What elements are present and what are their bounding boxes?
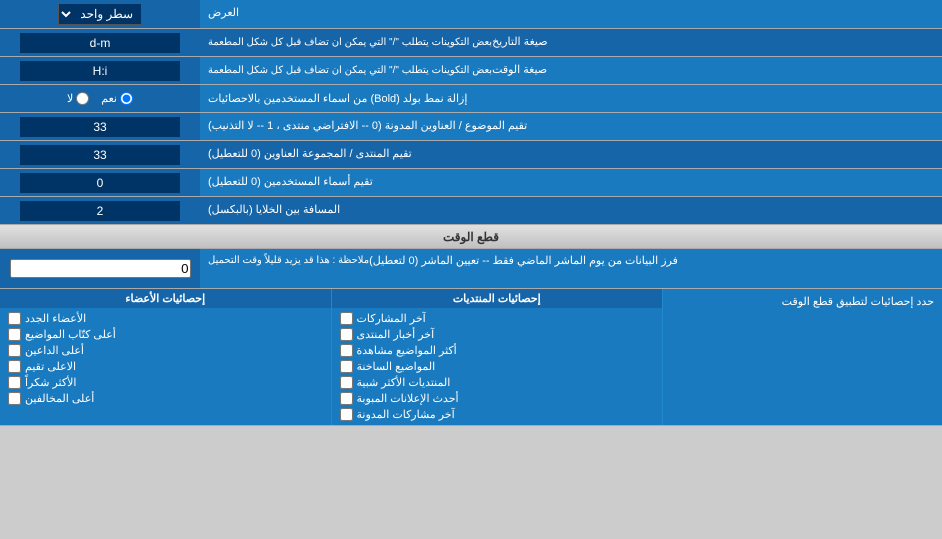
- forum-stats-header: إحصائيات المنتديات: [332, 289, 663, 308]
- date-format-row: صيغة التاريخ بعض التكوينات يتطلب "/" الت…: [0, 29, 942, 57]
- cb-top-violators-label: أعلى المخالفين: [25, 392, 94, 405]
- bold-options: نعم لا: [0, 85, 200, 112]
- cut-time-input-cell: [0, 249, 200, 288]
- time-format-label: صيغة الوقت بعض التكوينات يتطلب "/" التي …: [200, 57, 942, 84]
- cb-similar-forums: المنتديات الأكثر شبية: [340, 376, 655, 389]
- cell-spacing-input[interactable]: [20, 201, 180, 221]
- cb-new-members-label: الأعضاء الجدد: [25, 312, 86, 325]
- cb-last-posts-check[interactable]: [340, 312, 353, 325]
- users-order-input[interactable]: [20, 173, 180, 193]
- topic-order-input[interactable]: [20, 117, 180, 137]
- users-order-label: تقيم أسماء المستخدمين (0 للتعطيل): [200, 169, 942, 196]
- cb-top-inviters-check[interactable]: [8, 344, 21, 357]
- date-format-label: صيغة التاريخ بعض التكوينات يتطلب "/" الت…: [200, 29, 942, 56]
- cb-similar-forums-check[interactable]: [340, 376, 353, 389]
- bold-no-radio[interactable]: [76, 92, 89, 105]
- display-input-cell: سطر واحد سطرين ثلاثة أسطر: [0, 0, 200, 28]
- member-stats-list: الأعضاء الجدد أعلى كتّاب المواضيع أعلى ا…: [0, 308, 331, 409]
- forum-order-label: تقيم المنتدى / المجموعة العناوين (0 للتع…: [200, 141, 942, 168]
- date-format-input[interactable]: [20, 33, 180, 53]
- main-container: العرض سطر واحد سطرين ثلاثة أسطر صيغة الت…: [0, 0, 942, 426]
- cb-forum-news-label: آخر أخبار المنتدى: [357, 328, 435, 341]
- cb-top-posters-label: أعلى كتّاب المواضيع: [25, 328, 116, 341]
- cb-top-inviters-label: أعلى الداعين: [25, 344, 84, 357]
- cb-blog-posts-label: آخر مشاركات المدونة: [357, 408, 455, 421]
- bold-yes-radio[interactable]: [120, 92, 133, 105]
- cell-spacing-row: المسافة بين الخلايا (بالبكسل): [0, 197, 942, 225]
- cb-top-rated-label: الاعلى تقيم: [25, 360, 76, 373]
- forum-stats-col: إحصائيات المنتديات آخر المشاركات آخر أخب…: [331, 289, 663, 425]
- cb-last-posts: آخر المشاركات: [340, 312, 655, 325]
- display-label: العرض: [200, 0, 942, 28]
- cb-most-thanked: الأكثر شكراً: [8, 376, 323, 389]
- display-row: العرض سطر واحد سطرين ثلاثة أسطر: [0, 0, 942, 29]
- cb-classifieds: أحدث الإعلانات المبوبة: [340, 392, 655, 405]
- cb-new-members: الأعضاء الجدد: [8, 312, 323, 325]
- cb-top-rated-check[interactable]: [8, 360, 21, 373]
- cb-most-viewed: أكثر المواضيع مشاهدة: [340, 344, 655, 357]
- forum-stats-list: آخر المشاركات آخر أخبار المنتدى أكثر الم…: [332, 308, 663, 425]
- member-stats-col: إحصائيات الأعضاء الأعضاء الجدد أعلى كتّا…: [0, 289, 331, 425]
- cb-top-posters: أعلى كتّاب المواضيع: [8, 328, 323, 341]
- cb-top-violators: أعلى المخالفين: [8, 392, 323, 405]
- topic-order-row: تقيم الموضوع / العناوين المدونة (0 -- ال…: [0, 113, 942, 141]
- users-order-row: تقيم أسماء المستخدمين (0 للتعطيل): [0, 169, 942, 197]
- forum-order-row: تقيم المنتدى / المجموعة العناوين (0 للتع…: [0, 141, 942, 169]
- limit-label: حدد إحصائيات لتطبيق قطع الوقت: [662, 289, 942, 425]
- cb-top-violators-check[interactable]: [8, 392, 21, 405]
- cb-blog-posts-check[interactable]: [340, 408, 353, 421]
- cb-forum-news-check[interactable]: [340, 328, 353, 341]
- users-order-input-cell: [0, 169, 200, 196]
- cb-similar-forums-label: المنتديات الأكثر شبية: [357, 376, 451, 389]
- time-format-input[interactable]: [20, 61, 180, 81]
- cb-classifieds-label: أحدث الإعلانات المبوبة: [357, 392, 459, 405]
- cb-most-viewed-check[interactable]: [340, 344, 353, 357]
- checkboxes-section: حدد إحصائيات لتطبيق قطع الوقت إحصائيات ا…: [0, 289, 942, 426]
- cb-hot-topics-check[interactable]: [340, 360, 353, 373]
- cell-spacing-input-cell: [0, 197, 200, 224]
- cb-top-posters-check[interactable]: [8, 328, 21, 341]
- bold-no-label[interactable]: لا: [67, 92, 89, 105]
- time-format-input-cell: [0, 57, 200, 84]
- cb-top-rated: الاعلى تقيم: [8, 360, 323, 373]
- bold-label: إزالة نمط بولد (Bold) من اسماء المستخدمي…: [200, 85, 942, 112]
- topic-order-input-cell: [0, 113, 200, 140]
- date-format-input-cell: [0, 29, 200, 56]
- cb-hot-topics-label: المواضيع الساخنة: [357, 360, 436, 373]
- cut-time-section-header: قطع الوقت: [0, 225, 942, 249]
- cb-top-inviters: أعلى الداعين: [8, 344, 323, 357]
- cb-blog-posts: آخر مشاركات المدونة: [340, 408, 655, 421]
- cb-last-posts-label: آخر المشاركات: [357, 312, 426, 325]
- cut-time-input[interactable]: [10, 259, 191, 278]
- forum-order-input-cell: [0, 141, 200, 168]
- cb-most-thanked-check[interactable]: [8, 376, 21, 389]
- cb-most-viewed-label: أكثر المواضيع مشاهدة: [357, 344, 457, 357]
- cell-spacing-label: المسافة بين الخلايا (بالبكسل): [200, 197, 942, 224]
- cut-time-row: فرز البيانات من يوم الماشر الماضي فقط --…: [0, 249, 942, 289]
- bold-row: إزالة نمط بولد (Bold) من اسماء المستخدمي…: [0, 85, 942, 113]
- bold-yes-label[interactable]: نعم: [101, 92, 133, 105]
- forum-order-input[interactable]: [20, 145, 180, 165]
- display-select[interactable]: سطر واحد سطرين ثلاثة أسطر: [58, 3, 142, 25]
- cb-new-members-check[interactable]: [8, 312, 21, 325]
- topic-order-label: تقيم الموضوع / العناوين المدونة (0 -- ال…: [200, 113, 942, 140]
- member-stats-header: إحصائيات الأعضاء: [0, 289, 331, 308]
- cb-forum-news: آخر أخبار المنتدى: [340, 328, 655, 341]
- time-format-row: صيغة الوقت بعض التكوينات يتطلب "/" التي …: [0, 57, 942, 85]
- cb-classifieds-check[interactable]: [340, 392, 353, 405]
- cb-hot-topics: المواضيع الساخنة: [340, 360, 655, 373]
- cb-most-thanked-label: الأكثر شكراً: [25, 376, 76, 389]
- cut-time-label: فرز البيانات من يوم الماشر الماضي فقط --…: [200, 249, 942, 288]
